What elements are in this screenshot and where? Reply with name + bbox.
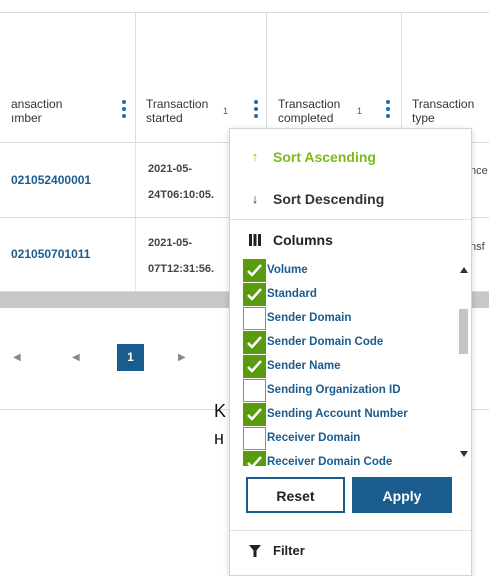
first-page-icon[interactable]: ◀‎ bbox=[13, 352, 21, 363]
background-text-fragment: н bbox=[214, 428, 224, 448]
sort-ascending-label: Sort Ascending bbox=[273, 149, 376, 165]
column-menu-icon[interactable] bbox=[386, 100, 390, 118]
header-label: Transaction type bbox=[412, 97, 475, 125]
filter-label: Filter bbox=[273, 543, 305, 558]
column-option-label: Sending Organization ID bbox=[267, 384, 401, 396]
column-option-label: Sender Domain bbox=[267, 312, 352, 324]
previous-page-icon[interactable]: ◀ bbox=[72, 352, 80, 363]
column-menu-icon[interactable] bbox=[254, 100, 258, 118]
checkbox[interactable] bbox=[243, 259, 266, 282]
filter-icon bbox=[249, 545, 261, 560]
column-option-sender-domain[interactable]: Sender Domain bbox=[243, 307, 453, 331]
transaction-started-value: 2021-05- 07T12:31:56. bbox=[148, 237, 215, 275]
page-button[interactable]: 1 bbox=[117, 344, 144, 371]
columns-item[interactable]: Columns bbox=[230, 222, 471, 262]
checkbox[interactable] bbox=[243, 379, 266, 402]
apply-button[interactable]: Apply bbox=[352, 477, 452, 513]
menu-divider bbox=[230, 219, 471, 220]
scroll-up-icon[interactable] bbox=[460, 267, 468, 273]
header-label: Transaction started bbox=[146, 97, 209, 125]
columns-icon bbox=[249, 234, 261, 249]
column-option-sending-account-number[interactable]: Sending Account Number bbox=[243, 403, 453, 427]
header-label: ansaction ımber bbox=[11, 97, 63, 125]
reset-button[interactable]: Reset bbox=[246, 477, 345, 513]
sort-order-badge: 1 bbox=[357, 106, 363, 116]
scroll-down-icon[interactable] bbox=[460, 451, 468, 457]
header-label: Transaction completed bbox=[278, 97, 341, 125]
column-option-label: Sender Name bbox=[267, 360, 341, 372]
transaction-started-value: 2021-05- 24T06:10:05. bbox=[148, 163, 215, 201]
background-text-fragment: K bbox=[214, 401, 227, 421]
transaction-type-value: nce bbox=[470, 165, 488, 177]
checkbox[interactable] bbox=[243, 283, 266, 306]
checkbox[interactable] bbox=[243, 307, 266, 330]
checkbox[interactable] bbox=[243, 331, 266, 354]
checkbox[interactable] bbox=[243, 451, 266, 466]
column-option-sender-domain-code[interactable]: Sender Domain Code bbox=[243, 331, 453, 355]
menu-divider bbox=[230, 530, 471, 531]
columns-label: Columns bbox=[273, 232, 333, 248]
scrollbar-thumb[interactable] bbox=[459, 309, 468, 354]
sort-ascending-item[interactable]: ↑ Sort Ascending bbox=[230, 137, 471, 177]
column-option-sender-name[interactable]: Sender Name bbox=[243, 355, 453, 379]
checkbox[interactable] bbox=[243, 427, 266, 450]
header-transaction-type[interactable]: Transaction type bbox=[401, 12, 489, 143]
sort-descending-label: Sort Descending bbox=[273, 191, 385, 207]
transaction-number-link[interactable]: 021052400001 bbox=[11, 173, 91, 187]
vertical-scrollbar[interactable] bbox=[459, 259, 468, 466]
transaction-number-link[interactable]: 021050701011 bbox=[11, 247, 90, 261]
header-transaction-completed[interactable]: Transaction completed 1 bbox=[266, 12, 401, 143]
checkbox[interactable] bbox=[243, 355, 266, 378]
arrow-down-icon: ↓ bbox=[251, 191, 259, 206]
filter-item[interactable]: Filter bbox=[230, 532, 471, 572]
column-option-label: Receiver Domain bbox=[267, 432, 361, 444]
column-options-menu: ↑ Sort Ascending ↓ Sort Descending Colum… bbox=[229, 128, 472, 576]
column-option-label: Volume bbox=[267, 264, 308, 276]
column-option-label: Receiver Domain Code bbox=[267, 456, 393, 466]
column-checklist[interactable]: Volume Standard Sender Domain Sender Dom… bbox=[243, 259, 468, 466]
sort-descending-item[interactable]: ↓ Sort Descending bbox=[230, 179, 471, 219]
next-page-icon[interactable]: ▶ bbox=[178, 352, 186, 363]
column-option-label: Sending Account Number bbox=[267, 408, 408, 420]
column-option-receiver-domain-code[interactable]: Receiver Domain Code bbox=[243, 451, 453, 466]
column-option-label: Standard bbox=[267, 288, 317, 300]
column-menu-icon[interactable] bbox=[122, 100, 126, 118]
transaction-type-value: nsf bbox=[470, 241, 485, 253]
column-option-label: Sender Domain Code bbox=[267, 336, 384, 348]
column-option-sending-organization-id[interactable]: Sending Organization ID bbox=[243, 379, 453, 403]
column-option-volume[interactable]: Volume bbox=[243, 259, 453, 283]
header-transaction-started[interactable]: Transaction started 1 bbox=[135, 12, 266, 143]
checkbox[interactable] bbox=[243, 403, 266, 426]
column-option-standard[interactable]: Standard bbox=[243, 283, 453, 307]
column-option-receiver-domain[interactable]: Receiver Domain bbox=[243, 427, 453, 451]
sort-order-badge: 1 bbox=[223, 106, 229, 116]
header-transaction-number[interactable]: ansaction ımber bbox=[0, 12, 135, 143]
arrow-up-icon: ↑ bbox=[251, 149, 259, 164]
